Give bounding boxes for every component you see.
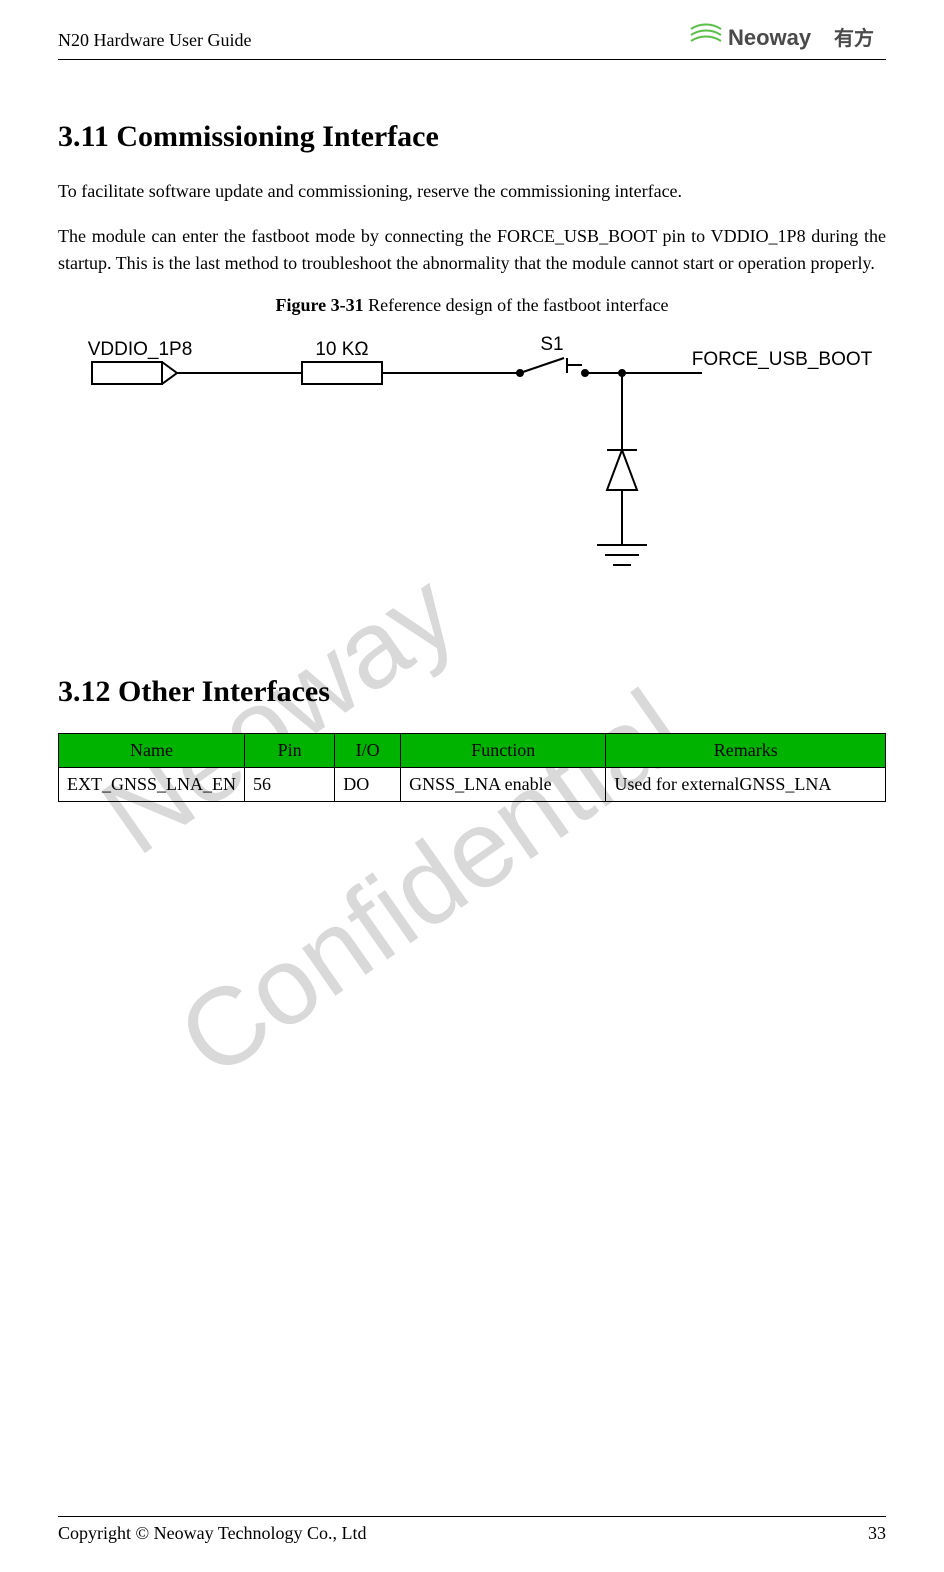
- diagram-label-resistor: 10 KΩ: [315, 339, 368, 360]
- cell-function: GNSS_LNA enable: [401, 768, 606, 802]
- col-header-name: Name: [59, 734, 245, 768]
- col-header-remarks: Remarks: [606, 734, 886, 768]
- cell-name: EXT_GNSS_LNA_EN: [59, 768, 245, 802]
- other-interfaces-table: Name Pin I/O Function Remarks EXT_GNSS_L…: [58, 733, 886, 802]
- col-header-function: Function: [401, 734, 606, 768]
- figure-caption-text: Reference design of the fastboot interfa…: [364, 295, 669, 315]
- page-header: N20 Hardware User Guide Neoway 有方: [58, 28, 886, 60]
- cell-pin: 56: [245, 768, 335, 802]
- diagram-label-switch: S1: [540, 334, 563, 355]
- fastboot-diagram: VDDIO_1P8 10 KΩ S1 FORCE_USB_BOOT: [58, 330, 886, 605]
- paragraph-fastboot: The module can enter the fastboot mode b…: [58, 223, 886, 277]
- svg-text:有方: 有方: [834, 26, 874, 50]
- table-header-row: Name Pin I/O Function Remarks: [59, 734, 886, 768]
- figure-caption: Figure 3-31 Reference design of the fast…: [58, 295, 886, 316]
- footer-copyright: Copyright © Neoway Technology Co., Ltd: [58, 1523, 367, 1544]
- svg-text:Neoway: Neoway: [728, 25, 812, 50]
- cell-io: DO: [335, 768, 401, 802]
- cell-remarks: Used for externalGNSS_LNA: [606, 768, 886, 802]
- paragraph-intro: To facilitate software update and commis…: [58, 178, 886, 205]
- col-header-pin: Pin: [245, 734, 335, 768]
- diagram-label-vddio: VDDIO_1P8: [88, 339, 193, 360]
- footer-page-number: 33: [868, 1523, 886, 1544]
- doc-title: N20 Hardware User Guide: [58, 30, 251, 51]
- neoway-logo: Neoway 有方: [686, 23, 886, 58]
- col-header-io: I/O: [335, 734, 401, 768]
- figure-label: Figure 3-31: [275, 295, 363, 315]
- page-footer: Copyright © Neoway Technology Co., Ltd 3…: [58, 1516, 886, 1544]
- section-heading-3-12: 3.12 Other Interfaces: [58, 675, 886, 709]
- section-heading-3-11: 3.11 Commissioning Interface: [58, 120, 886, 154]
- diagram-label-force: FORCE_USB_BOOT: [692, 349, 873, 370]
- table-row: EXT_GNSS_LNA_EN 56 DO GNSS_LNA enable Us…: [59, 768, 886, 802]
